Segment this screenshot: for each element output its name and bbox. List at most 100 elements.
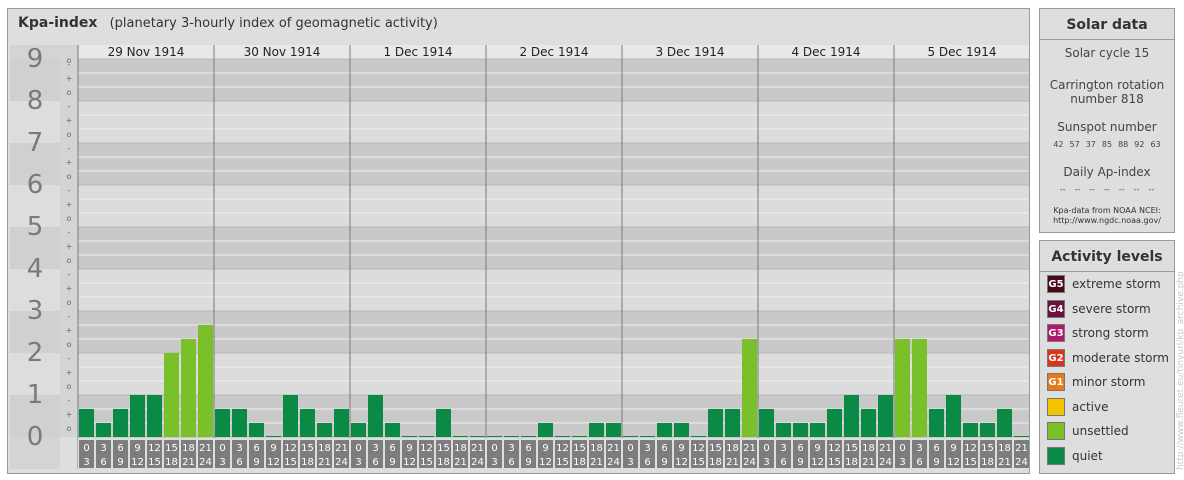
hour-end-label: 3 xyxy=(491,457,497,468)
carrington-line1: Carrington rotation xyxy=(1049,78,1165,92)
solar-divider xyxy=(1040,39,1174,40)
kp-bar xyxy=(79,408,94,437)
kp-bar xyxy=(453,436,468,437)
hour-end-label: 3 xyxy=(763,457,769,468)
carrington-line2: number 818 xyxy=(1070,92,1144,106)
activity-levels-panel: Activity levels G5 extreme storm G4 severe … xyxy=(1039,240,1175,474)
day-label: 1 Dec 1914 xyxy=(383,45,452,59)
hour-start-label: 15 xyxy=(845,443,858,454)
y-minor-mark: - xyxy=(68,312,71,321)
hour-end-label: 15 xyxy=(964,457,977,468)
day-label: 5 Dec 1914 xyxy=(927,45,996,59)
kp-bar xyxy=(708,408,723,437)
kp-bar xyxy=(113,408,128,437)
kp-bar xyxy=(895,339,910,437)
hour-end-label: 15 xyxy=(692,457,705,468)
hour-start-label: 21 xyxy=(743,443,756,454)
activity-level-item: G1 minor storm xyxy=(1047,373,1145,391)
activity-level-label: extreme storm xyxy=(1072,277,1161,291)
kp-bar xyxy=(504,436,519,437)
activity-heading: Activity levels xyxy=(1051,249,1163,265)
kp-bar xyxy=(487,436,502,437)
hour-end-label: 21 xyxy=(862,457,875,468)
hour-start-label: 12 xyxy=(828,443,841,454)
hour-start-label: 0 xyxy=(491,443,497,454)
y-minor-mark: - xyxy=(68,228,71,237)
source-line2: http://www.ngdc.noaa.gov/ xyxy=(1053,216,1161,225)
sunspot-value: 85 xyxy=(1101,140,1113,149)
ap-value: -- xyxy=(1133,185,1140,194)
hour-end-label: 21 xyxy=(590,457,603,468)
kp-bar xyxy=(215,408,230,437)
kp-bar xyxy=(419,436,434,437)
kp-bar xyxy=(334,408,349,437)
hour-end-label: 15 xyxy=(556,457,569,468)
y-tick-label: 3 xyxy=(27,296,44,326)
hour-start-label: 3 xyxy=(916,443,922,454)
kp-bar xyxy=(283,395,298,437)
hour-end-label: 21 xyxy=(998,457,1011,468)
kp-bar xyxy=(147,395,162,437)
hour-end-label: 6 xyxy=(372,457,378,468)
hour-start-label: 0 xyxy=(763,443,769,454)
hour-end-label: 24 xyxy=(1015,457,1028,468)
kp-bar xyxy=(606,423,621,437)
day-label: 2 Dec 1914 xyxy=(519,45,588,59)
activity-level-swatch xyxy=(1047,422,1065,440)
solar-data-heading: Solar data xyxy=(1066,17,1148,33)
hour-start-label: 18 xyxy=(998,443,1011,454)
hour-start-label: 3 xyxy=(780,443,786,454)
y-minor-mark: + xyxy=(66,284,73,293)
hour-start-label: 12 xyxy=(964,443,977,454)
kp-bar xyxy=(946,395,961,437)
hour-end-label: 15 xyxy=(284,457,297,468)
kp-band xyxy=(78,227,1029,269)
hour-start-label: 21 xyxy=(335,443,348,454)
hour-end-label: 21 xyxy=(454,457,467,468)
y-minor-mark: - xyxy=(68,354,71,363)
hour-start-label: 21 xyxy=(1015,443,1028,454)
hour-start-label: 12 xyxy=(148,443,161,454)
kp-bar xyxy=(300,408,315,437)
hour-start-label: 18 xyxy=(454,443,467,454)
y-tick-label: 8 xyxy=(27,86,44,116)
kpa-bar-chart: 0123456789o+-o+-o+-o+-o+-o+-o+-o+-o+-o29… xyxy=(10,44,1029,469)
y-minor-mark: o xyxy=(67,56,72,65)
hour-start-label: 6 xyxy=(797,443,803,454)
activity-level-label: quiet xyxy=(1072,448,1103,463)
activity-level-label: active xyxy=(1072,399,1109,414)
kp-bar xyxy=(640,436,655,437)
hour-start-label: 6 xyxy=(117,443,123,454)
activity-level-item: G2 moderate storm xyxy=(1047,348,1169,367)
hour-start-label: 3 xyxy=(508,443,514,454)
hour-start-label: 0 xyxy=(899,443,905,454)
solar-cycle: Solar cycle 15 xyxy=(1064,46,1150,60)
hour-end-label: 15 xyxy=(828,457,841,468)
hour-end-label: 9 xyxy=(661,457,667,468)
ap-value: -- xyxy=(1104,185,1110,194)
sunspot-values: 42 57 37 85 88 92 63 xyxy=(1040,140,1174,149)
sunspot-label: Sunspot number xyxy=(1057,120,1157,134)
hour-end-label: 18 xyxy=(165,457,178,468)
hour-end-label: 9 xyxy=(117,457,123,468)
kp-bar xyxy=(232,408,247,437)
hour-start-label: 9 xyxy=(406,443,412,454)
hour-start-label: 0 xyxy=(83,443,89,454)
kp-bar xyxy=(844,395,859,437)
hour-start-label: 9 xyxy=(270,443,276,454)
ap-value: -- xyxy=(1148,185,1155,194)
y-tick-label: 4 xyxy=(27,254,44,284)
hour-start-label: 6 xyxy=(661,443,667,454)
activity-level-swatch xyxy=(1047,446,1065,465)
sunspot-value: 57 xyxy=(1069,140,1080,149)
kp-bar xyxy=(742,339,757,437)
day-label: 4 Dec 1914 xyxy=(791,45,860,59)
kp-bar xyxy=(776,423,791,437)
hour-start-label: 9 xyxy=(814,443,820,454)
y-tick-label: 9 xyxy=(27,44,44,74)
kp-bar xyxy=(861,408,876,437)
hour-end-label: 9 xyxy=(933,457,939,468)
kp-band xyxy=(78,353,1029,395)
sunspot-value: 88 xyxy=(1118,140,1129,149)
source-line1: Kpa-data from NOAA NCEI: xyxy=(1053,206,1161,215)
